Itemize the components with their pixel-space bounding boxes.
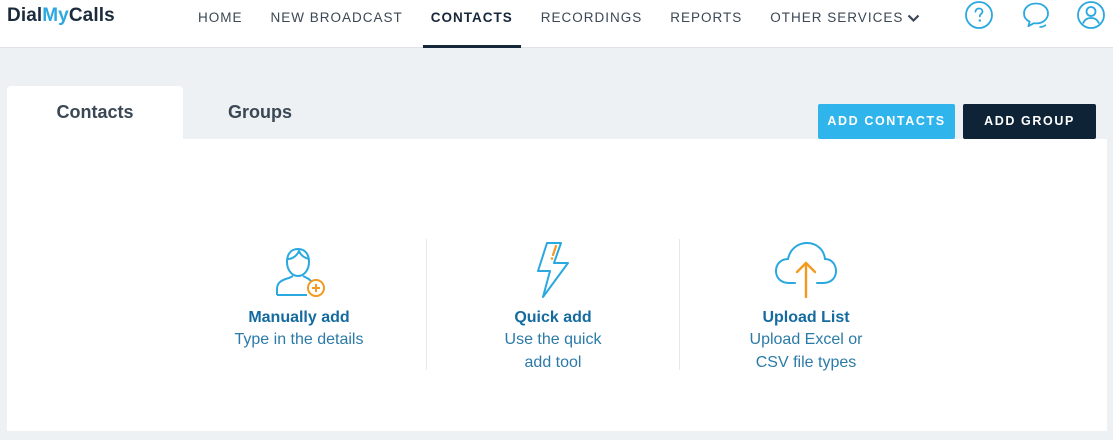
user-account-icon[interactable] (1076, 0, 1106, 30)
logo-text-my: My (42, 5, 69, 26)
nav-contacts[interactable]: CONTACTS (417, 0, 527, 48)
lightning-icon (453, 239, 653, 304)
manually-add-description: Type in the details (234, 331, 364, 348)
top-navigation-bar: DialMyCalls HOME NEW BROADCAST CONTACTS … (0, 0, 1113, 48)
option-divider (679, 239, 680, 370)
quick-add-option[interactable]: Quick add Use the quick add tool (453, 239, 653, 374)
quick-add-description-line2: add tool (524, 354, 582, 371)
nav-other-services-label: OTHER SERVICES (770, 10, 904, 25)
nav-recordings[interactable]: RECORDINGS (527, 0, 657, 48)
cloud-upload-icon (706, 239, 906, 304)
add-group-button[interactable]: ADD GROUP (963, 104, 1096, 139)
logo-text-calls: Calls (68, 5, 115, 26)
logo-text-dial: Dial (7, 5, 43, 26)
help-icon[interactable] (964, 0, 994, 30)
upload-list-description-line2: CSV file types (755, 354, 857, 371)
chat-icon[interactable] (1021, 0, 1051, 30)
nav-home[interactable]: HOME (184, 0, 257, 48)
quick-add-description-line1: Use the quick (504, 331, 602, 348)
contacts-panel: Manually add Type in the details Quick a… (7, 139, 1107, 431)
nav-new-broadcast[interactable]: NEW BROADCAST (257, 0, 417, 48)
nav-reports[interactable]: REPORTS (656, 0, 756, 48)
upload-list-description-line1: Upload Excel or (749, 331, 863, 348)
manually-add-title: Manually add (248, 309, 350, 326)
nav-other-services[interactable]: OTHER SERVICES (756, 0, 934, 48)
add-person-icon (199, 239, 399, 304)
chevron-down-icon (907, 1, 920, 36)
main-nav: HOME NEW BROADCAST CONTACTS RECORDINGS R… (184, 0, 934, 48)
upload-list-title: Upload List (762, 309, 850, 326)
option-divider (426, 239, 427, 370)
quick-add-title: Quick add (514, 309, 592, 326)
tab-groups[interactable]: Groups (183, 86, 337, 139)
tab-contacts[interactable]: Contacts (7, 86, 183, 139)
upload-list-option[interactable]: Upload List Upload Excel or CSV file typ… (706, 239, 906, 374)
dialmycalls-logo[interactable]: DialMyCalls (7, 5, 115, 27)
manually-add-option[interactable]: Manually add Type in the details (199, 239, 399, 351)
add-contacts-button[interactable]: ADD CONTACTS (818, 104, 955, 139)
